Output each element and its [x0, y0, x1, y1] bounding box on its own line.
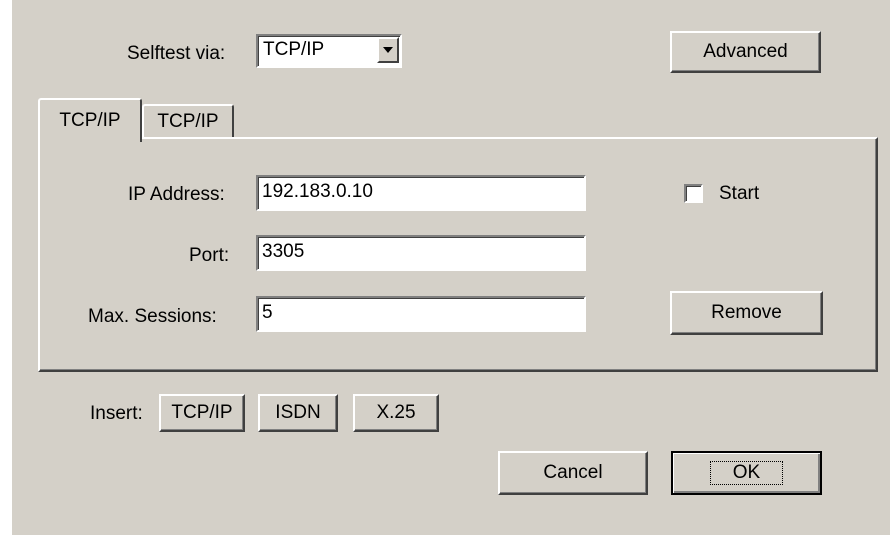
- selftest-label: Selftest via:: [127, 43, 226, 64]
- port-field[interactable]: 3305: [256, 235, 586, 271]
- tab-panel: IP Address: 192.183.0.10 Port: 3305 Max.…: [38, 137, 878, 372]
- port-label: Port:: [189, 245, 230, 266]
- start-label: Start: [719, 183, 760, 204]
- start-checkbox[interactable]: [684, 184, 703, 203]
- insert-tcpip-button[interactable]: TCP/IP: [159, 394, 245, 432]
- remove-button[interactable]: Remove: [670, 291, 823, 335]
- selftest-select-value: TCP/IP: [263, 39, 325, 60]
- dropdown-button[interactable]: [377, 37, 399, 63]
- triangle-down-icon: [383, 47, 393, 53]
- insert-isdn-button[interactable]: ISDN: [258, 394, 338, 432]
- insert-label: Insert:: [90, 403, 143, 424]
- ip-address-label: IP Address:: [128, 184, 225, 205]
- max-sessions-label: Max. Sessions:: [88, 306, 217, 327]
- tab-tcpip-2[interactable]: TCP/IP: [142, 104, 234, 138]
- cancel-button[interactable]: Cancel: [498, 451, 648, 495]
- dialog-window: Selftest via: TCP/IP Advanced TCP/IP TCP…: [12, 0, 890, 535]
- selftest-select[interactable]: TCP/IP: [256, 34, 402, 68]
- ip-address-field[interactable]: 192.183.0.10: [256, 175, 586, 211]
- ok-button[interactable]: OK: [671, 451, 822, 495]
- ok-button-label: OK: [709, 461, 784, 485]
- max-sessions-field[interactable]: 5: [256, 296, 586, 332]
- tab-tcpip-1[interactable]: TCP/IP: [38, 98, 142, 142]
- insert-x25-button[interactable]: X.25: [353, 394, 439, 432]
- advanced-button[interactable]: Advanced: [670, 31, 821, 73]
